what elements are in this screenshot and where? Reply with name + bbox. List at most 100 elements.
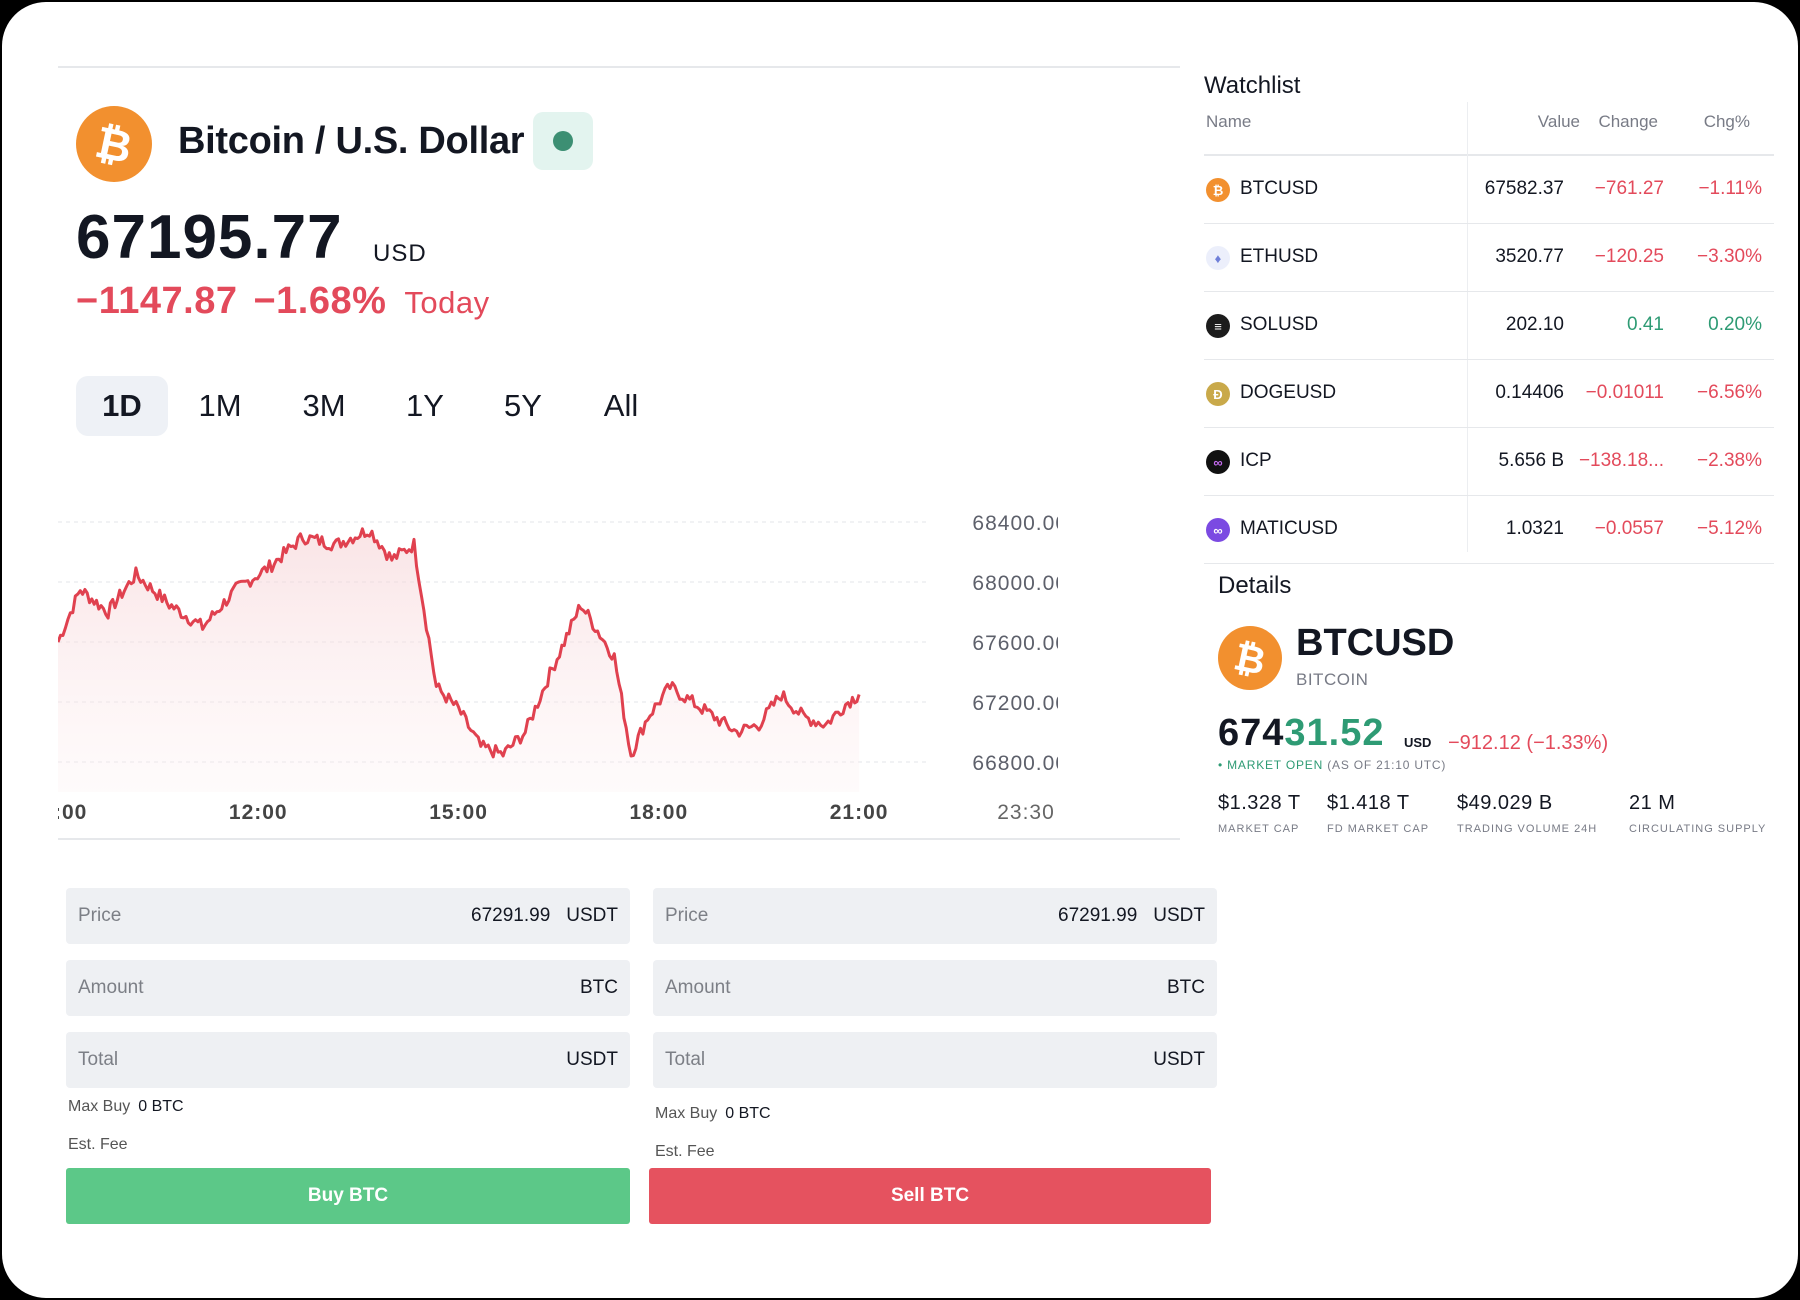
bitcoin-icon: ₿ [1206, 178, 1230, 202]
watchlist-title: Watchlist [1204, 72, 1301, 99]
as-of-time: (AS OF 21:10 UTC) [1327, 758, 1447, 772]
sell-amount-unit: BTC [1167, 977, 1205, 998]
y-tick-label: 68000.00 [972, 572, 1058, 595]
sell-amount-field[interactable]: Amount BTC [653, 960, 1217, 1016]
change-percent: −1.68% [253, 280, 387, 322]
watchlist-change: −761.27 [1594, 178, 1664, 199]
watchlist-row[interactable]: ≡ SOLUSD 202.10 0.41 0.20% [1204, 292, 1774, 360]
buy-amount-label: Amount [78, 977, 144, 998]
sell-total-unit: USDT [1153, 1049, 1205, 1070]
col-change[interactable]: Change [1598, 112, 1658, 132]
watchlist-symbol: SOLUSD [1240, 314, 1319, 335]
price-chart[interactable]: 68400.00 68000.00 67600.00 67200.00 66800.00… [58, 462, 1058, 832]
buy-amount-unit: BTC [580, 977, 618, 998]
y-tick-label: 68400.00 [972, 512, 1058, 535]
market-status-badge [533, 112, 593, 170]
pair-title: Bitcoin / U.S. Dollar [178, 120, 525, 162]
sell-max-label: Max Buy [655, 1105, 718, 1122]
status-dot-icon [553, 131, 573, 151]
sell-price-value: 67291.99 [1058, 905, 1138, 926]
market-status: • MARKET OPEN (AS OF 21:10 UTC) [1218, 758, 1446, 772]
watchlist-change-pct: −2.38% [1697, 450, 1762, 471]
sell-button[interactable]: Sell BTC [649, 1168, 1211, 1224]
x-tick-label: 12:00 [229, 801, 288, 824]
watchlist-row[interactable]: ∞ ICP 5.656 B −138.18... −2.38% [1204, 428, 1774, 496]
price-currency: USD [373, 240, 427, 267]
range-tab-3m[interactable]: 3M [272, 376, 376, 436]
stat-label: CIRCULATING SUPPLY [1629, 823, 1767, 835]
watchlist-row[interactable]: ₿ BTCUSD 67582.37 −761.27 −1.11% [1204, 156, 1774, 224]
buy-max-label: Max Buy [68, 1098, 131, 1115]
watchlist-change-pct: −3.30% [1697, 246, 1762, 267]
stat-circulating-supply: 21 M CIRCULATING SUPPLY [1629, 792, 1766, 835]
buy-price-unit: USDT [566, 905, 618, 926]
watchlist-header: Name Value Change Chg% [1204, 100, 1774, 156]
change-absolute: −1147.87 [76, 280, 238, 322]
stat-value: $49.029 B [1457, 792, 1553, 814]
y-tick-label: 67600.00 [972, 632, 1058, 655]
buy-total-label: Total [78, 1049, 119, 1070]
range-tab-1d[interactable]: 1D [76, 376, 168, 436]
app-window: ₿ Bitcoin / U.S. Dollar 67195.77 USD −11… [2, 2, 1798, 1298]
y-tick-label: 67200.00 [972, 692, 1058, 715]
market-open-label: • MARKET OPEN [1218, 758, 1324, 772]
watchlist-symbol: MATICUSD [1240, 518, 1338, 539]
watchlist-change-pct: 0.20% [1708, 314, 1762, 335]
buy-amount-field[interactable]: Amount BTC [66, 960, 630, 1016]
buy-total-unit: USDT [566, 1049, 618, 1070]
sell-price-label: Price [665, 905, 709, 926]
watchlist-change: −0.0557 [1594, 518, 1664, 539]
col-value[interactable]: Value [1538, 112, 1580, 132]
watchlist-change-pct: −6.56% [1697, 382, 1762, 403]
range-tab-1m[interactable]: 1M [168, 376, 272, 436]
details-price-updated: 31.52 [1284, 712, 1385, 754]
buy-button[interactable]: Buy BTC [66, 1168, 630, 1224]
watchlist-value: 67582.37 [1484, 178, 1564, 199]
solana-icon: ≡ [1206, 314, 1230, 338]
range-tab-5y[interactable]: 5Y [474, 376, 572, 436]
details-symbol: BTCUSD [1296, 622, 1455, 664]
watchlist-value: 0.14406 [1495, 382, 1564, 403]
range-tab-all[interactable]: All [572, 376, 670, 436]
details-change: −912.12 (−1.33%) [1448, 732, 1609, 754]
price-area [58, 528, 860, 792]
dogecoin-icon: Ð [1206, 382, 1230, 406]
watchlist-row[interactable]: ♦ ETHUSD 3520.77 −120.25 −3.30% [1204, 224, 1774, 292]
stat-market-cap: $1.328 T MARKET CAP [1218, 792, 1301, 835]
x-tick-label: 23:30 [997, 801, 1055, 824]
buy-total-field[interactable]: Total USDT [66, 1032, 630, 1088]
watchlist-symbol: ICP [1240, 450, 1272, 471]
watchlist-value: 1.0321 [1505, 518, 1564, 539]
change-period: Today [404, 285, 490, 320]
range-tab-1y[interactable]: 1Y [376, 376, 474, 436]
svg-text:₿: ₿ [1230, 635, 1269, 681]
stat-label: FD MARKET CAP [1327, 823, 1430, 835]
stat-label: MARKET CAP [1218, 823, 1300, 835]
buy-price-field[interactable]: Price 67291.99 USDT [66, 888, 630, 944]
sell-price-field[interactable]: Price 67291.99 USDT [653, 888, 1217, 944]
watchlist-row[interactable]: ∞ MATICUSD 1.0321 −0.0557 −5.12% [1204, 496, 1774, 564]
stat-label: TRADING VOLUME 24H [1457, 823, 1598, 835]
watchlist-change: −120.25 [1594, 246, 1664, 267]
buy-fee-label: Est. Fee [68, 1136, 128, 1153]
x-tick-label: 18:00 [629, 801, 688, 824]
col-name[interactable]: Name [1206, 112, 1251, 132]
bitcoin-icon: ₿ [1218, 626, 1282, 690]
stat-value: $1.418 T [1327, 792, 1410, 814]
sell-price-unit: USDT [1153, 905, 1205, 926]
buy-price-label: Price [78, 905, 122, 926]
polygon-icon: ∞ [1206, 518, 1230, 542]
col-chg-pct[interactable]: Chg% [1704, 112, 1750, 132]
details-name: BITCOIN [1296, 670, 1369, 689]
y-tick-label: 66800.00 [972, 752, 1058, 775]
watchlist-row[interactable]: Ð DOGEUSD 0.14406 −0.01011 −6.56% [1204, 360, 1774, 428]
stat-trading-volume-24h: $49.029 B TRADING VOLUME 24H [1457, 792, 1597, 835]
buy-price-value: 67291.99 [471, 905, 551, 926]
details-price-static: 674 [1218, 712, 1285, 754]
x-tick-label: 21:00 [830, 801, 889, 824]
ethereum-icon: ♦ [1206, 246, 1230, 270]
sell-total-field[interactable]: Total USDT [653, 1032, 1217, 1088]
top-divider [58, 66, 1180, 68]
chart-bottom-divider [58, 838, 1180, 840]
watchlist-change: −0.01011 [1585, 382, 1664, 403]
